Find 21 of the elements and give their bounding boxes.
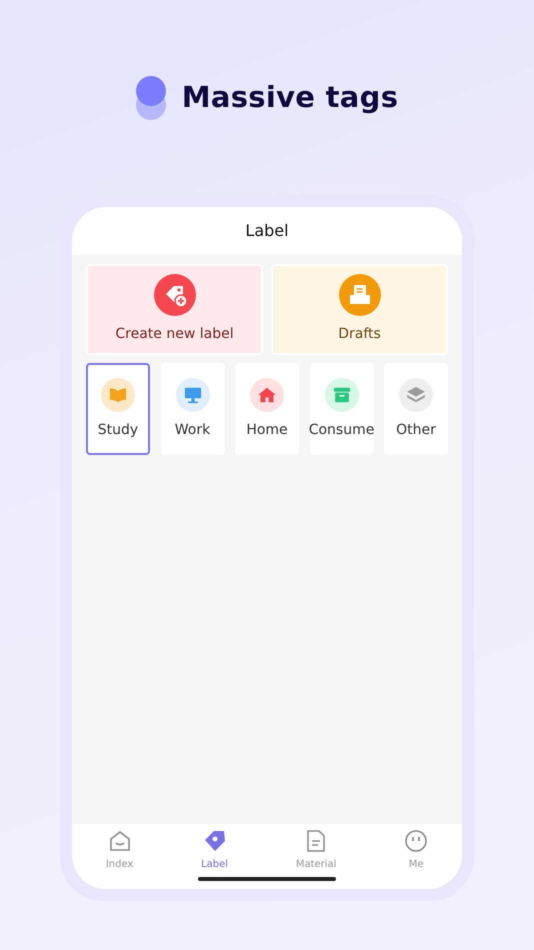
category-tile[interactable]: Work — [160, 363, 224, 455]
monitor-icon — [176, 378, 210, 412]
create-label-button[interactable]: Create new label — [86, 264, 263, 355]
home-icon — [108, 829, 132, 853]
tag-plus-icon — [154, 274, 196, 316]
inbox-document-icon — [338, 274, 380, 316]
tag-icon — [202, 829, 227, 853]
drafts-button[interactable]: Drafts — [271, 264, 448, 355]
box-icon — [324, 378, 358, 412]
screen-title: Label — [245, 220, 289, 242]
category-tile[interactable]: Home — [235, 363, 299, 455]
category-tile[interactable]: Study — [86, 363, 150, 455]
house-icon — [250, 378, 284, 412]
layers-icon — [399, 378, 433, 412]
tab-bar-item[interactable]: Label — [167, 828, 262, 877]
logo-icon — [136, 76, 166, 120]
headline: Massive tags — [182, 79, 398, 116]
face-icon — [404, 829, 428, 853]
category-tile[interactable]: Other — [384, 363, 448, 455]
book-icon — [101, 378, 135, 412]
category-tile[interactable]: Consume — [310, 363, 374, 455]
